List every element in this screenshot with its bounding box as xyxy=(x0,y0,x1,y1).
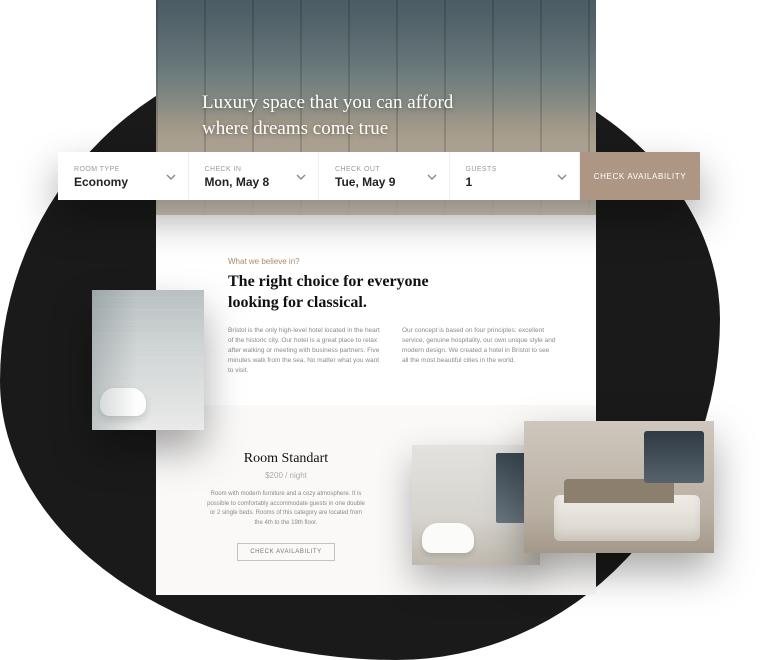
about-kicker: What we believe in? xyxy=(228,257,556,266)
hero-title-line1: Luxury space that you can afford xyxy=(202,90,453,116)
check-in-value: Mon, May 8 xyxy=(205,175,305,189)
room-type-value: Economy xyxy=(74,175,174,189)
chevron-down-icon xyxy=(296,172,306,182)
about-col-1: Bristol is the only high-level hotel loc… xyxy=(228,326,382,376)
room-title: Room Standart xyxy=(206,451,366,467)
check-out-value: Tue, May 9 xyxy=(335,175,435,189)
room-section: Room Standart $200 / night Room with mod… xyxy=(156,405,596,595)
hero-title: Luxury space that you can afford where d… xyxy=(202,90,453,141)
room-bath-image xyxy=(412,445,540,565)
guests-value: 1 xyxy=(466,175,566,189)
check-in-select[interactable]: CHECK IN Mon, May 8 xyxy=(189,152,320,200)
guests-label: GUESTS xyxy=(466,166,566,173)
check-out-select[interactable]: CHECK OUT Tue, May 9 xyxy=(319,152,450,200)
room-description: Room with modern furniture and a cozy at… xyxy=(206,490,366,528)
chevron-down-icon xyxy=(166,172,176,182)
bathroom-image xyxy=(92,290,204,430)
room-check-availability-button[interactable]: CHECK AVAILABILITY xyxy=(237,543,335,561)
about-heading: The right choice for everyone looking fo… xyxy=(228,272,438,314)
room-price: $200 / night xyxy=(206,471,366,480)
bed-headboard xyxy=(564,479,674,503)
booking-bar: ROOM TYPE Economy CHECK IN Mon, May 8 CH… xyxy=(58,152,700,200)
room-text-block: Room Standart $200 / night Room with mod… xyxy=(206,451,366,561)
check-availability-button[interactable]: CHECK AVAILABILITY xyxy=(580,152,700,200)
guests-select[interactable]: GUESTS 1 xyxy=(450,152,581,200)
room-bed-image xyxy=(524,421,714,553)
chevron-down-icon xyxy=(557,172,567,182)
check-in-label: CHECK IN xyxy=(205,166,305,173)
hero-title-line2: where dreams come true xyxy=(202,116,453,142)
about-col-2: Our concept is based on four principles:… xyxy=(402,326,556,376)
chevron-down-icon xyxy=(427,172,437,182)
room-type-label: ROOM TYPE xyxy=(74,166,174,173)
check-out-label: CHECK OUT xyxy=(335,166,435,173)
room-type-select[interactable]: ROOM TYPE Economy xyxy=(58,152,189,200)
about-section: What we believe in? The right choice for… xyxy=(156,215,596,406)
